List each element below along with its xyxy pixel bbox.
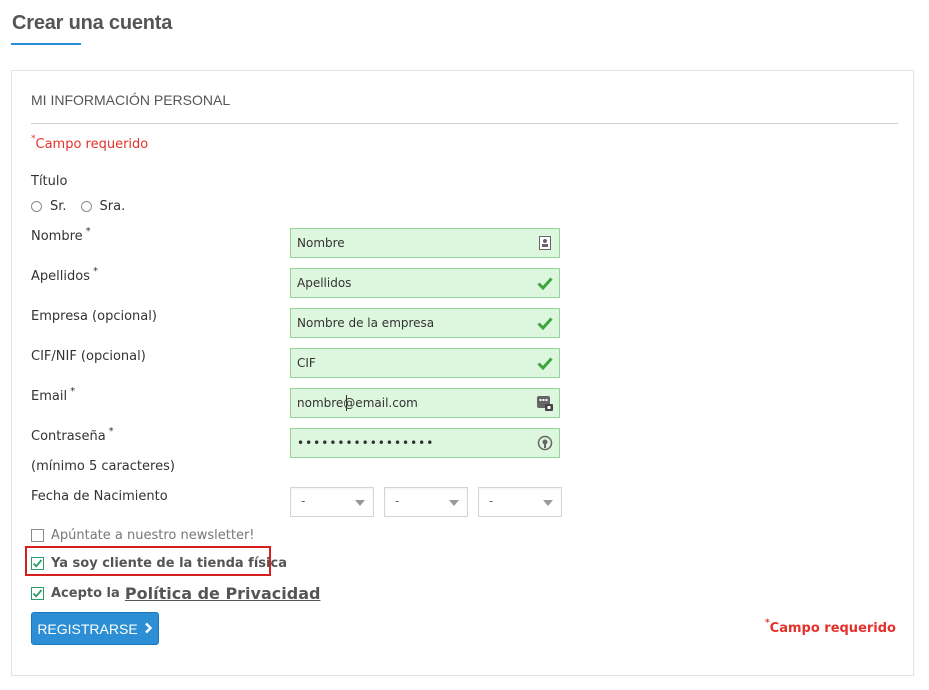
autofill-icon[interactable] xyxy=(537,395,553,411)
empresa-field[interactable] xyxy=(290,308,560,338)
checkmark-icon xyxy=(32,559,43,568)
register-button-label: REGISTRARSE xyxy=(37,620,138,637)
cif-label: CIF/NIF (opcional) xyxy=(31,349,146,364)
birthdate-month-select[interactable]: - xyxy=(384,487,468,517)
checkmark-icon xyxy=(32,589,43,598)
store-client-checkbox-row[interactable]: Ya soy cliente de la tienda física xyxy=(31,556,287,571)
empresa-label: Empresa (opcional) xyxy=(31,309,157,324)
password-required-asterisk: * xyxy=(108,426,114,437)
empresa-input[interactable] xyxy=(291,309,526,337)
password-input[interactable] xyxy=(291,429,526,457)
birthdate-label: Fecha de Nacimiento xyxy=(31,489,168,504)
personal-info-card: MI INFORMACIÓN PERSONAL *Campo requerido… xyxy=(11,70,914,676)
privacy-checkbox-row[interactable]: Acepto la Política de Privacidad xyxy=(31,584,320,603)
password-label: Contraseña * xyxy=(31,426,114,444)
privacy-label-prefix: Acepto la xyxy=(51,586,120,601)
radio-sra[interactable]: Sra. xyxy=(80,199,126,214)
chevron-down-icon xyxy=(543,500,553,506)
radio-sr-label: Sr. xyxy=(50,199,67,214)
checkmark-icon xyxy=(537,355,553,371)
birthdate-year-value: - xyxy=(489,494,494,508)
radio-circle-sra[interactable] xyxy=(80,201,92,212)
contact-card-icon[interactable] xyxy=(537,235,553,251)
required-note-text: Campo requerido xyxy=(769,621,896,636)
nombre-required-asterisk: * xyxy=(85,226,91,237)
radio-sra-label: Sra. xyxy=(99,199,126,214)
email-label: Email * xyxy=(31,386,76,404)
birthdate-month-value: - xyxy=(395,494,400,508)
required-note-top: *Campo requerido xyxy=(31,134,149,152)
password-field[interactable] xyxy=(290,428,560,458)
birthdate-day-value: - xyxy=(301,494,306,508)
apellidos-input[interactable] xyxy=(291,269,526,297)
birthdate-year-select[interactable]: - xyxy=(478,487,562,517)
checkmark-icon xyxy=(537,315,553,331)
page-title: Crear una cuenta xyxy=(12,12,173,34)
privacy-checkbox[interactable] xyxy=(31,587,44,600)
store-client-label: Ya soy cliente de la tienda física xyxy=(51,556,287,571)
title-underline xyxy=(11,43,81,45)
birthdate-day-select[interactable]: - xyxy=(290,487,374,517)
cif-field[interactable] xyxy=(290,348,560,378)
password-label-text: Contraseña xyxy=(31,429,106,444)
nombre-input[interactable] xyxy=(291,229,526,257)
title-radio-group: Sr. Sra. xyxy=(31,199,139,214)
radio-circle-sr[interactable] xyxy=(31,201,42,212)
email-input[interactable] xyxy=(291,389,526,417)
apellidos-required-asterisk: * xyxy=(92,266,98,277)
nombre-label: Nombre * xyxy=(31,226,91,244)
radio-sr[interactable]: Sr. xyxy=(31,199,67,214)
newsletter-label: Apúntate a nuestro newsletter! xyxy=(51,528,255,543)
title-label: Título xyxy=(31,174,68,189)
newsletter-checkbox-row[interactable]: Apúntate a nuestro newsletter! xyxy=(31,528,255,543)
required-asterisk: * xyxy=(764,618,770,628)
cif-input[interactable] xyxy=(291,349,526,377)
text-caret xyxy=(346,395,347,411)
privacy-policy-link[interactable]: Política de Privacidad xyxy=(125,584,321,603)
required-note-bottom: *Campo requerido xyxy=(764,618,896,636)
store-client-checkbox[interactable] xyxy=(31,557,44,570)
apellidos-label-text: Apellidos xyxy=(31,269,90,284)
section-title: MI INFORMACIÓN PERSONAL xyxy=(31,92,231,108)
register-button[interactable]: REGISTRARSE xyxy=(31,612,159,645)
chevron-down-icon xyxy=(355,500,365,506)
password-hint: (mínimo 5 caracteres) xyxy=(31,459,175,474)
password-manager-icon[interactable] xyxy=(537,435,553,451)
checkmark-icon xyxy=(537,275,553,291)
email-field[interactable] xyxy=(290,388,560,418)
newsletter-checkbox[interactable] xyxy=(31,529,44,542)
chevron-down-icon xyxy=(449,500,459,506)
chevron-right-icon xyxy=(144,621,153,637)
nombre-label-text: Nombre xyxy=(31,229,83,244)
nombre-field[interactable] xyxy=(290,228,560,258)
email-required-asterisk: * xyxy=(70,386,76,397)
apellidos-field[interactable] xyxy=(290,268,560,298)
apellidos-label: Apellidos * xyxy=(31,266,98,284)
email-label-text: Email xyxy=(31,389,68,404)
required-note-text: Campo requerido xyxy=(35,137,149,152)
section-divider xyxy=(31,123,898,124)
required-asterisk: * xyxy=(31,134,36,144)
